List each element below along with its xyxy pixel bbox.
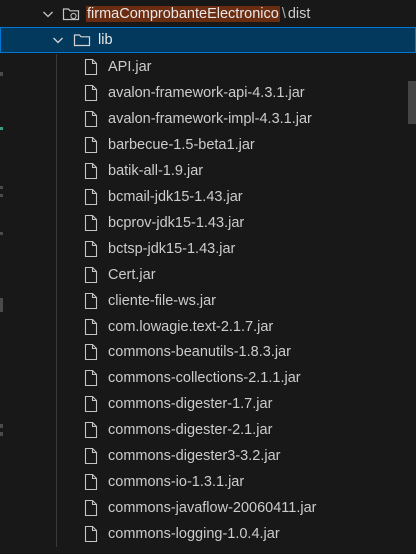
- file-icon: [84, 214, 98, 232]
- indent-guide: [56, 236, 57, 262]
- file-label: avalon-framework-impl-4.3.1.jar: [108, 111, 312, 127]
- file-icon: [84, 343, 98, 361]
- root-folder-name-rest: dist: [287, 6, 311, 22]
- file-label: avalon-framework-api-4.3.1.jar: [108, 85, 305, 101]
- indent-guide: [56, 469, 57, 495]
- file-icon: [84, 369, 98, 387]
- file-label: Cert.jar: [108, 267, 156, 283]
- indent-guide: [56, 495, 57, 521]
- file-row[interactable]: commons-digester-2.1.jar: [0, 417, 416, 443]
- file-label: cliente-file-ws.jar: [108, 293, 216, 309]
- file-row[interactable]: batik-all-1.9.jar: [0, 158, 416, 184]
- file-label: commons-digester-1.7.jar: [108, 396, 273, 412]
- file-icon: [84, 58, 98, 76]
- file-row[interactable]: cliente-file-ws.jar: [0, 288, 416, 314]
- chevron-down-icon[interactable]: [50, 32, 66, 48]
- indent-guide: [56, 80, 57, 106]
- file-row[interactable]: avalon-framework-impl-4.3.1.jar: [0, 106, 416, 132]
- file-row[interactable]: commons-digester-1.7.jar: [0, 391, 416, 417]
- file-label: commons-javaflow-20060411.jar: [108, 500, 317, 516]
- indent-guide: [56, 132, 57, 158]
- indent-guide: [56, 521, 57, 547]
- file-row[interactable]: commons-beanutils-1.8.3.jar: [0, 339, 416, 365]
- file-label: barbecue-1.5-beta1.jar: [108, 137, 255, 153]
- root-folder-label: firmaComprobanteElectronico \ dist: [86, 1, 310, 27]
- file-row[interactable]: API.jar: [0, 54, 416, 80]
- indent-guide: [56, 365, 57, 391]
- file-row[interactable]: com.lowagie.text-2.1.7.jar: [0, 314, 416, 340]
- indent-guide: [56, 417, 57, 443]
- file-label: com.lowagie.text-2.1.7.jar: [108, 319, 274, 335]
- file-label: commons-digester-2.1.jar: [108, 422, 273, 438]
- indent-guide: [56, 210, 57, 236]
- indent-guide: [56, 54, 57, 80]
- indent-guide: [56, 158, 57, 184]
- file-icon: [84, 162, 98, 180]
- file-row[interactable]: bcmail-jdk15-1.43.jar: [0, 184, 416, 210]
- file-icon: [84, 188, 98, 206]
- file-row[interactable]: commons-logging-1.0.4.jar: [0, 521, 416, 547]
- file-label: commons-logging-1.0.4.jar: [108, 526, 280, 542]
- file-row[interactable]: bcprov-jdk15-1.43.jar: [0, 210, 416, 236]
- file-label: commons-digester3-3.2.jar: [108, 448, 281, 464]
- file-row[interactable]: commons-digester3-3.2.jar: [0, 443, 416, 469]
- indent-guide: [56, 314, 57, 340]
- indent-guide: [56, 288, 57, 314]
- file-icon: [84, 240, 98, 258]
- indent-guide: [56, 106, 57, 132]
- file-icon: [84, 292, 98, 310]
- file-row[interactable]: commons-io-1.3.1.jar: [0, 469, 416, 495]
- file-label: bctsp-jdk15-1.43.jar: [108, 241, 236, 257]
- file-icon: [84, 136, 98, 154]
- file-label: bcmail-jdk15-1.43.jar: [108, 189, 243, 205]
- indent-guide: [56, 443, 57, 469]
- file-icon: [84, 395, 98, 413]
- tree-row-root-folder[interactable]: firmaComprobanteElectronico \ dist: [0, 1, 416, 27]
- file-icon: [84, 110, 98, 128]
- file-icon: [84, 421, 98, 439]
- indent-guide: [56, 262, 57, 288]
- file-icon: [84, 84, 98, 102]
- folder-icon: [62, 8, 80, 21]
- tree-row-lib-folder[interactable]: lib: [0, 27, 416, 53]
- chevron-down-icon[interactable]: [40, 6, 56, 22]
- file-row[interactable]: bctsp-jdk15-1.43.jar: [0, 236, 416, 262]
- file-row[interactable]: Cert.jar: [0, 262, 416, 288]
- file-icon: [84, 473, 98, 491]
- file-row[interactable]: barbecue-1.5-beta1.jar: [0, 132, 416, 158]
- file-icon: [84, 318, 98, 336]
- file-label: commons-io-1.3.1.jar: [108, 474, 245, 490]
- file-label: batik-all-1.9.jar: [108, 163, 204, 179]
- path-separator: \: [281, 6, 286, 22]
- folder-icon: [73, 34, 91, 47]
- root-folder-name-highlighted: firmaComprobanteElectronico: [86, 6, 280, 22]
- indent-guide: [56, 339, 57, 365]
- file-label: commons-beanutils-1.8.3.jar: [108, 344, 291, 360]
- file-row[interactable]: commons-javaflow-20060411.jar: [0, 495, 416, 521]
- file-icon: [84, 447, 98, 465]
- indent-guide: [56, 184, 57, 210]
- indent-guide: [56, 391, 57, 417]
- file-label: bcprov-jdk15-1.43.jar: [108, 215, 245, 231]
- file-icon: [84, 525, 98, 543]
- lib-folder-label: lib: [98, 32, 113, 48]
- file-label: commons-collections-2.1.1.jar: [108, 370, 301, 386]
- file-row[interactable]: commons-collections-2.1.1.jar: [0, 365, 416, 391]
- file-icon: [84, 266, 98, 284]
- file-label: API.jar: [108, 59, 152, 75]
- file-row[interactable]: avalon-framework-api-4.3.1.jar: [0, 80, 416, 106]
- file-icon: [84, 499, 98, 517]
